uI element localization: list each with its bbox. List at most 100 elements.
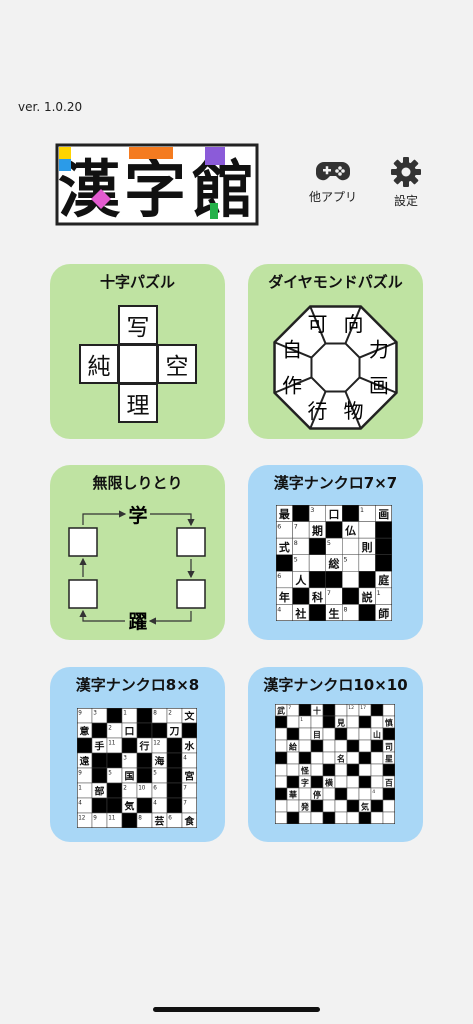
grid-cell xyxy=(346,751,360,765)
black-cell xyxy=(292,505,310,522)
settings-label: 設定 xyxy=(393,194,418,208)
cell-kanji: 目 xyxy=(313,730,321,739)
grid-cell xyxy=(358,727,372,741)
black-cell xyxy=(136,752,153,769)
cell-number: 5 xyxy=(327,540,331,547)
cell-number: 10 xyxy=(138,785,146,791)
black-cell xyxy=(136,708,153,724)
black-cell xyxy=(286,727,300,741)
black-cell xyxy=(106,708,123,724)
cell-number: 5 xyxy=(153,770,157,776)
cell-kanji: 慎 xyxy=(385,717,393,727)
grid-cell xyxy=(334,739,348,753)
cell-kanji: 武 xyxy=(277,705,285,715)
black-cell xyxy=(325,521,343,539)
diamond-char: 自 xyxy=(282,338,302,362)
black-cell xyxy=(325,571,343,589)
cell-number: 2 xyxy=(108,725,112,731)
diamond-char: 向 xyxy=(343,312,363,336)
cell-number: 1 xyxy=(360,507,364,514)
cell-kanji: 仏 xyxy=(345,524,356,537)
cell-number: 9 xyxy=(93,815,97,821)
grid-cell xyxy=(358,521,376,539)
black-cell xyxy=(346,739,360,753)
diamond-char: 力 xyxy=(369,338,389,362)
cell-number: 9 xyxy=(78,770,82,776)
black-cell xyxy=(346,763,360,777)
black-cell xyxy=(370,739,384,753)
grid-cell xyxy=(286,763,300,777)
cell-kanji: 画 xyxy=(378,508,389,521)
black-cell xyxy=(358,604,376,621)
jujipuzzle-card[interactable]: 十字パズル 写 純 空 理 xyxy=(50,264,225,439)
black-cell xyxy=(375,537,392,555)
black-cell xyxy=(298,751,312,765)
cell-number: 7 xyxy=(183,800,187,806)
grid-cell xyxy=(370,775,384,789)
card-title: 漢字ナンクロ10×10 xyxy=(263,676,408,694)
grid-cell xyxy=(322,799,336,813)
shiritori-top-char: 学 xyxy=(128,504,147,527)
cell-kanji: 庭 xyxy=(378,573,389,587)
black-cell xyxy=(358,811,372,824)
cell-kanji: 手 xyxy=(95,740,105,753)
cell-number: 4 xyxy=(277,606,281,613)
other-apps-label: 他アプリ xyxy=(308,190,357,204)
grid-cell xyxy=(358,739,372,753)
logo-char-2: 字 xyxy=(124,153,186,226)
grid-cell xyxy=(382,704,395,717)
black-cell xyxy=(358,715,372,729)
app-logo: 漢 字 館 xyxy=(55,143,259,226)
grid-cell xyxy=(346,715,360,729)
black-cell xyxy=(77,737,93,754)
nankuro8-card[interactable]: 漢字ナンクロ8×8 9 3 1 8 2 文意 2 口刀手 11 行 12 水遠 3 海 4 9 5 国 5 宮 1 部 2 1… xyxy=(50,667,225,842)
cell-kanji: 給 xyxy=(289,741,298,751)
shiritori-card[interactable]: 無限しりとり 学 躍 xyxy=(50,465,225,640)
black-cell xyxy=(275,751,288,765)
grid-cell xyxy=(334,775,348,789)
black-cell xyxy=(322,811,336,824)
cell-number: 8 xyxy=(138,815,142,821)
nankuro10-card[interactable]: 漢字ナンクロ10×10 武 7 十 12 17 1 見 慎目 山給 司名 星怪字 横 百華 停 4 発 気 xyxy=(248,667,423,842)
octagon-inner xyxy=(310,342,361,393)
cross-cell-center xyxy=(118,344,158,384)
diamond-char: 物 xyxy=(343,399,363,423)
black-cell xyxy=(292,587,310,605)
grid-cell xyxy=(346,787,360,801)
grid-cell xyxy=(346,775,360,789)
grid-cell xyxy=(322,787,336,801)
grid-cell xyxy=(310,715,324,729)
settings-button[interactable]: 設定 xyxy=(382,156,430,209)
cell-kanji: 年 xyxy=(279,590,290,604)
other-apps-button[interactable]: 他アプリ xyxy=(305,158,361,205)
cell-kanji: 口 xyxy=(125,727,135,738)
black-cell xyxy=(310,799,324,813)
black-cell xyxy=(322,704,336,717)
cell-number: 1 xyxy=(123,710,127,716)
cell-kanji: 期 xyxy=(312,523,323,537)
cell-number: 8 xyxy=(153,710,157,716)
cell-kanji: 刀 xyxy=(170,727,180,738)
diamond-puzzle-card[interactable]: ダイヤモンドパズル 可向力画物行作自 xyxy=(248,264,423,439)
grid-cell xyxy=(334,799,348,813)
grid-cell xyxy=(310,751,324,765)
cell-kanji: 停 xyxy=(313,789,321,799)
cell-number: 7 xyxy=(183,785,187,791)
grid-cell xyxy=(286,715,300,729)
black-cell xyxy=(308,604,326,621)
cell-kanji: 名 xyxy=(337,753,345,763)
cell-number: 5 xyxy=(294,557,298,564)
cell-number: 1 xyxy=(377,590,381,597)
grid-cell xyxy=(310,763,324,777)
cell-kanji: 字 xyxy=(301,777,309,787)
black-cell xyxy=(136,722,153,739)
cell-number: 6 xyxy=(277,524,281,531)
nankuro7-card[interactable]: 漢字ナンクロ7×7 最3口1画67期仏式85則5総56人庭年科7説14社生8師 xyxy=(248,465,423,640)
grid-cell xyxy=(370,751,384,765)
cell-kanji: 国 xyxy=(125,771,135,783)
cell-kanji: 口 xyxy=(329,508,340,521)
grid-cell xyxy=(334,811,348,824)
cell-kanji: 説 xyxy=(362,590,373,604)
grid-cell xyxy=(275,775,288,789)
cell-number: 11 xyxy=(108,740,116,746)
